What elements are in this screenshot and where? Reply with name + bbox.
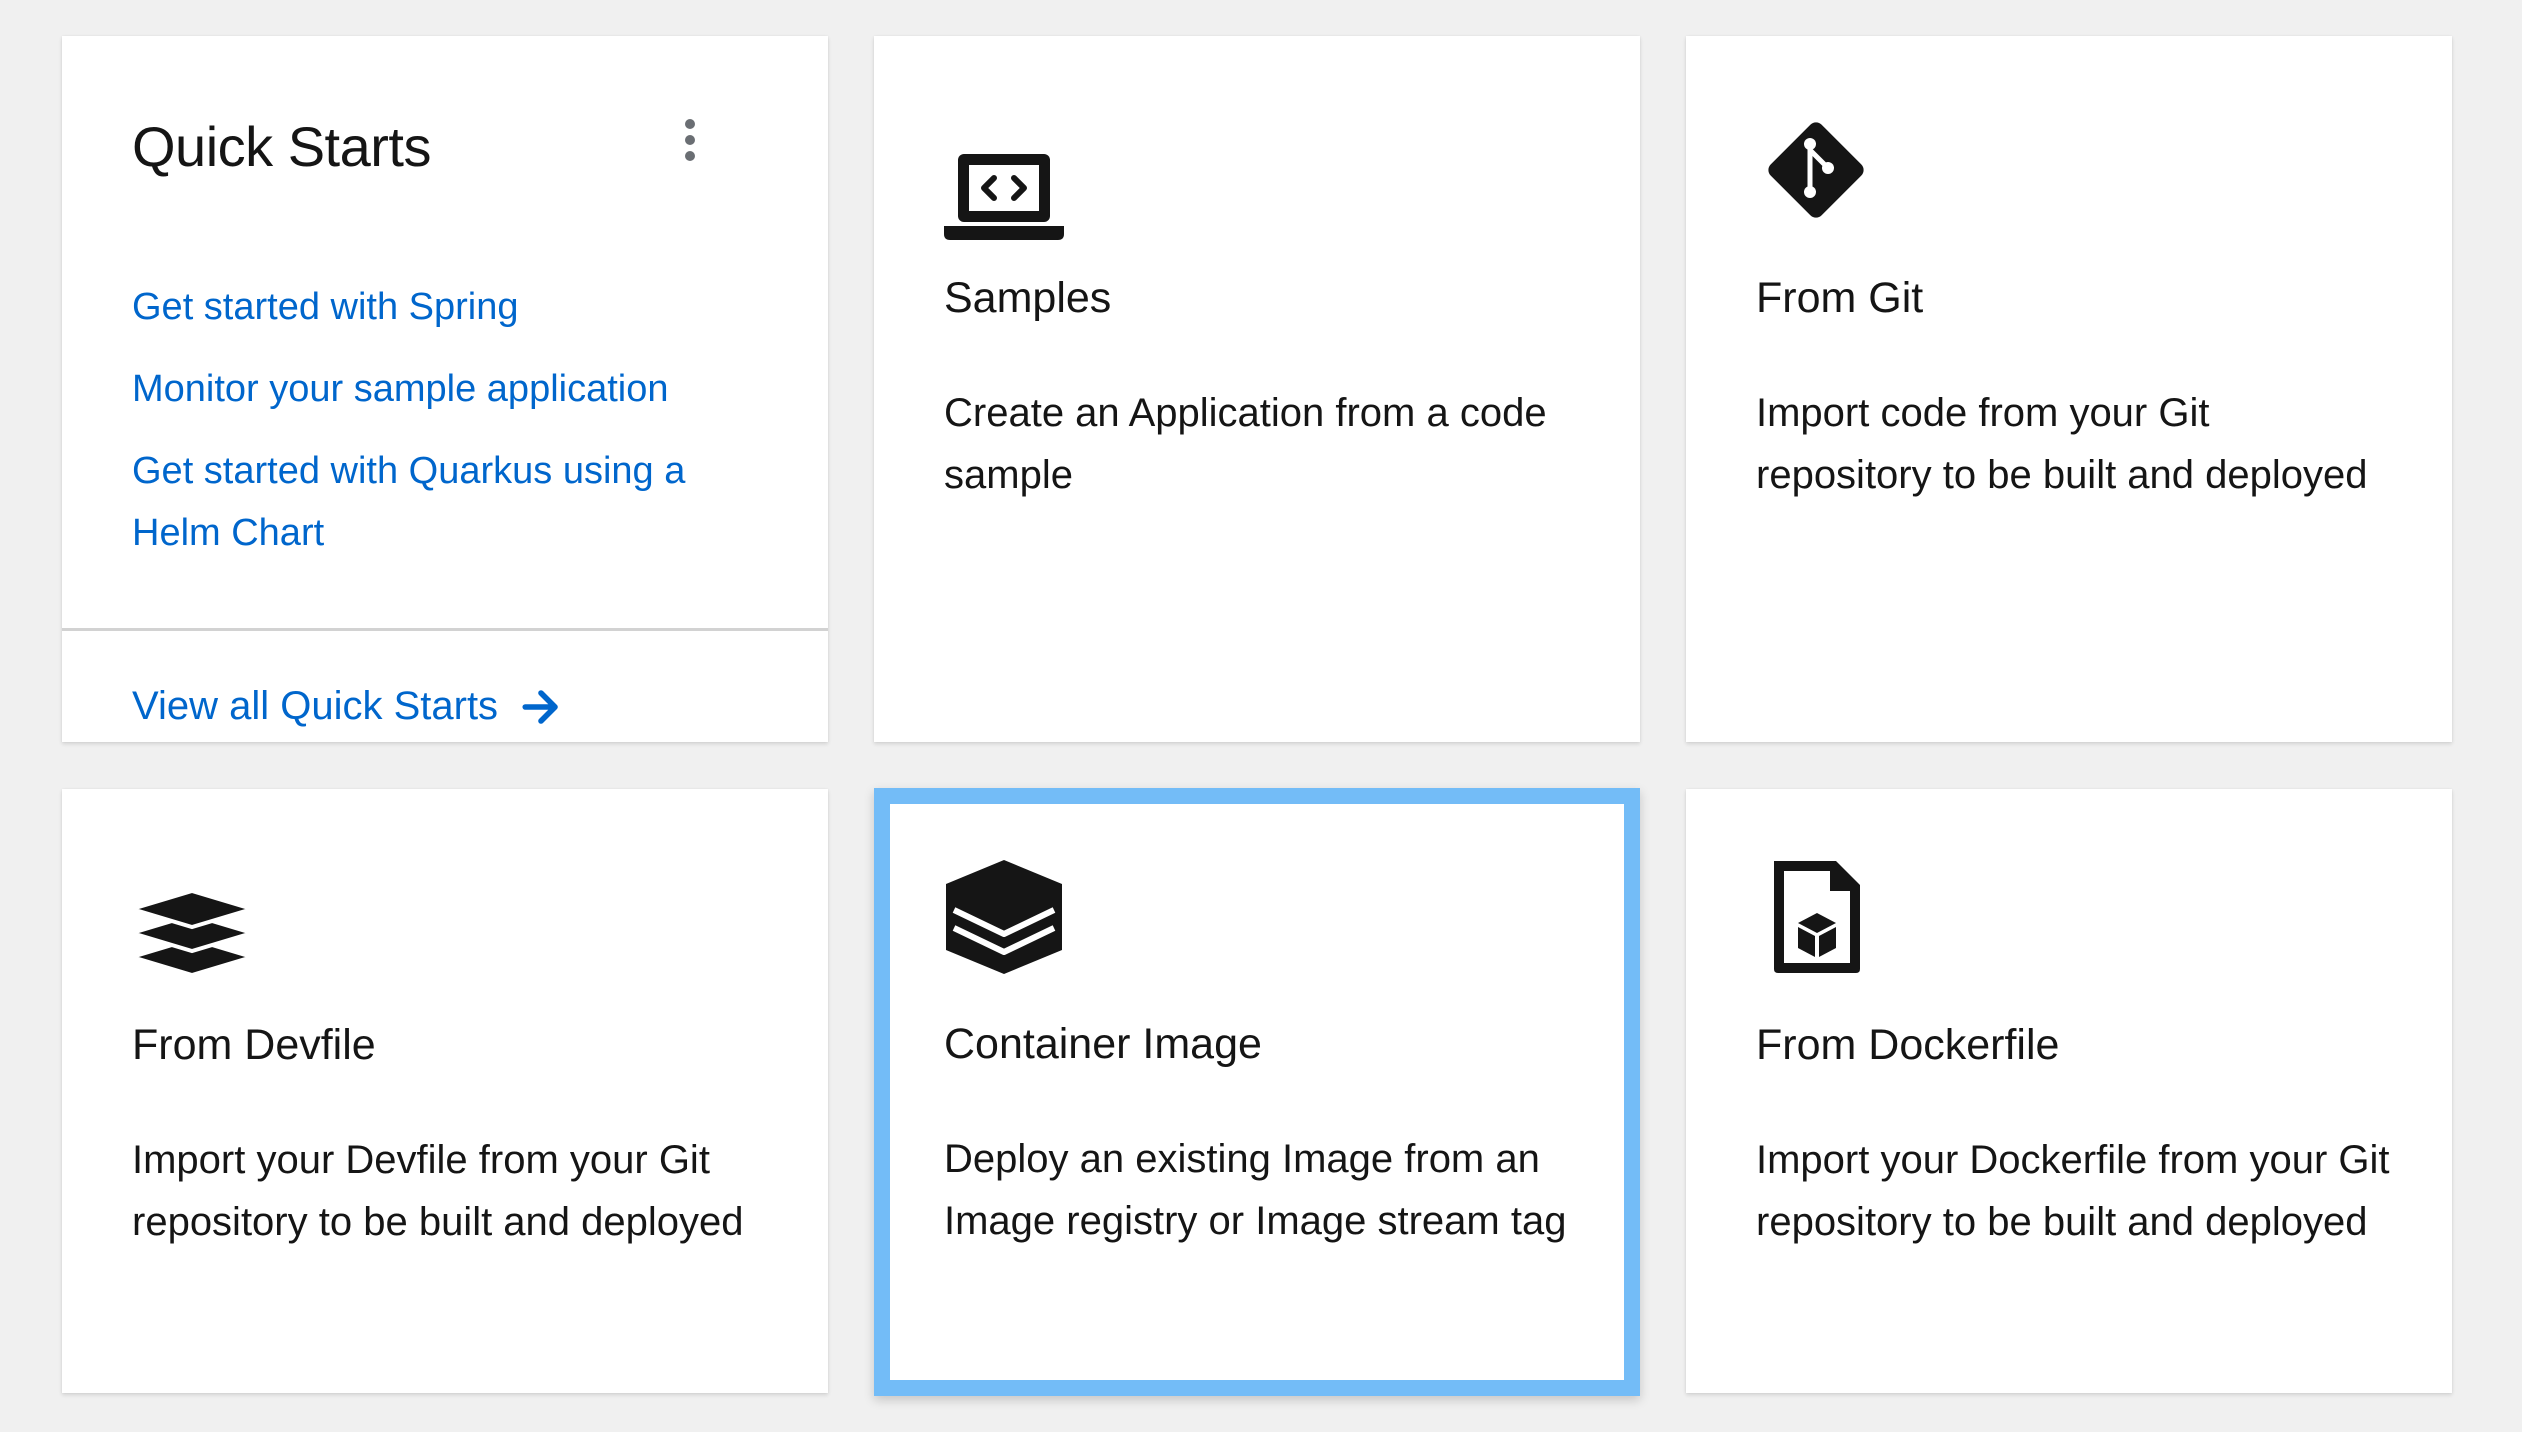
view-all-label: View all Quick Starts — [132, 684, 499, 728]
from-devfile-card[interactable]: From Devfile Import your Devfile from yo… — [62, 789, 828, 1393]
tile-description: Import your Dockerfile from your Git rep… — [1756, 1138, 2390, 1244]
git-icon — [1768, 122, 1864, 218]
list-item: Get started with Spring — [132, 276, 772, 338]
container-image-card[interactable]: Container Image Deploy an existing Image… — [874, 788, 1640, 1396]
quick-start-link-monitor[interactable]: Monitor your sample application — [132, 368, 669, 410]
dockerfile-icon — [1774, 861, 1860, 973]
kebab-menu-icon[interactable] — [668, 112, 712, 168]
quick-start-link-quarkus[interactable]: Get started with Quarkus using a Helm Ch… — [132, 450, 685, 554]
list-item: Get started with Quarkus using a Helm Ch… — [132, 440, 772, 564]
list-item: Monitor your sample application — [132, 358, 772, 420]
tile-title: From Devfile — [132, 1021, 376, 1069]
from-dockerfile-card[interactable]: From Dockerfile Import your Dockerfile f… — [1686, 789, 2452, 1393]
container-image-icon — [946, 860, 1062, 974]
tile-title: From Dockerfile — [1756, 1021, 2060, 1069]
tile-description: Create an Application from a code sample — [944, 391, 1547, 497]
tile-description: Import your Devfile from your Git reposi… — [132, 1138, 744, 1244]
divider — [62, 628, 828, 631]
from-git-card[interactable]: From Git Import code from your Git repos… — [1686, 36, 2452, 742]
quick-start-link-spring[interactable]: Get started with Spring — [132, 286, 519, 328]
tile-title: From Git — [1756, 274, 1924, 322]
arrow-right-icon — [522, 689, 558, 724]
quick-starts-list: Get started with Spring Monitor your sam… — [132, 276, 772, 584]
view-all-quick-starts-link[interactable]: View all Quick Starts — [132, 684, 562, 729]
samples-card[interactable]: Samples Create an Application from a cod… — [874, 36, 1640, 742]
quick-starts-title: Quick Starts — [132, 115, 431, 178]
tile-description: Import code from your Git repository to … — [1756, 391, 2368, 497]
tile-description: Deploy an existing Image from an Image r… — [944, 1137, 1567, 1243]
quick-starts-card: Quick Starts Get started with Spring Mon… — [62, 36, 828, 742]
laptop-code-icon — [944, 154, 1064, 240]
tile-title: Samples — [944, 274, 1112, 322]
tile-title: Container Image — [944, 1020, 1262, 1068]
layer-group-icon — [132, 888, 252, 977]
